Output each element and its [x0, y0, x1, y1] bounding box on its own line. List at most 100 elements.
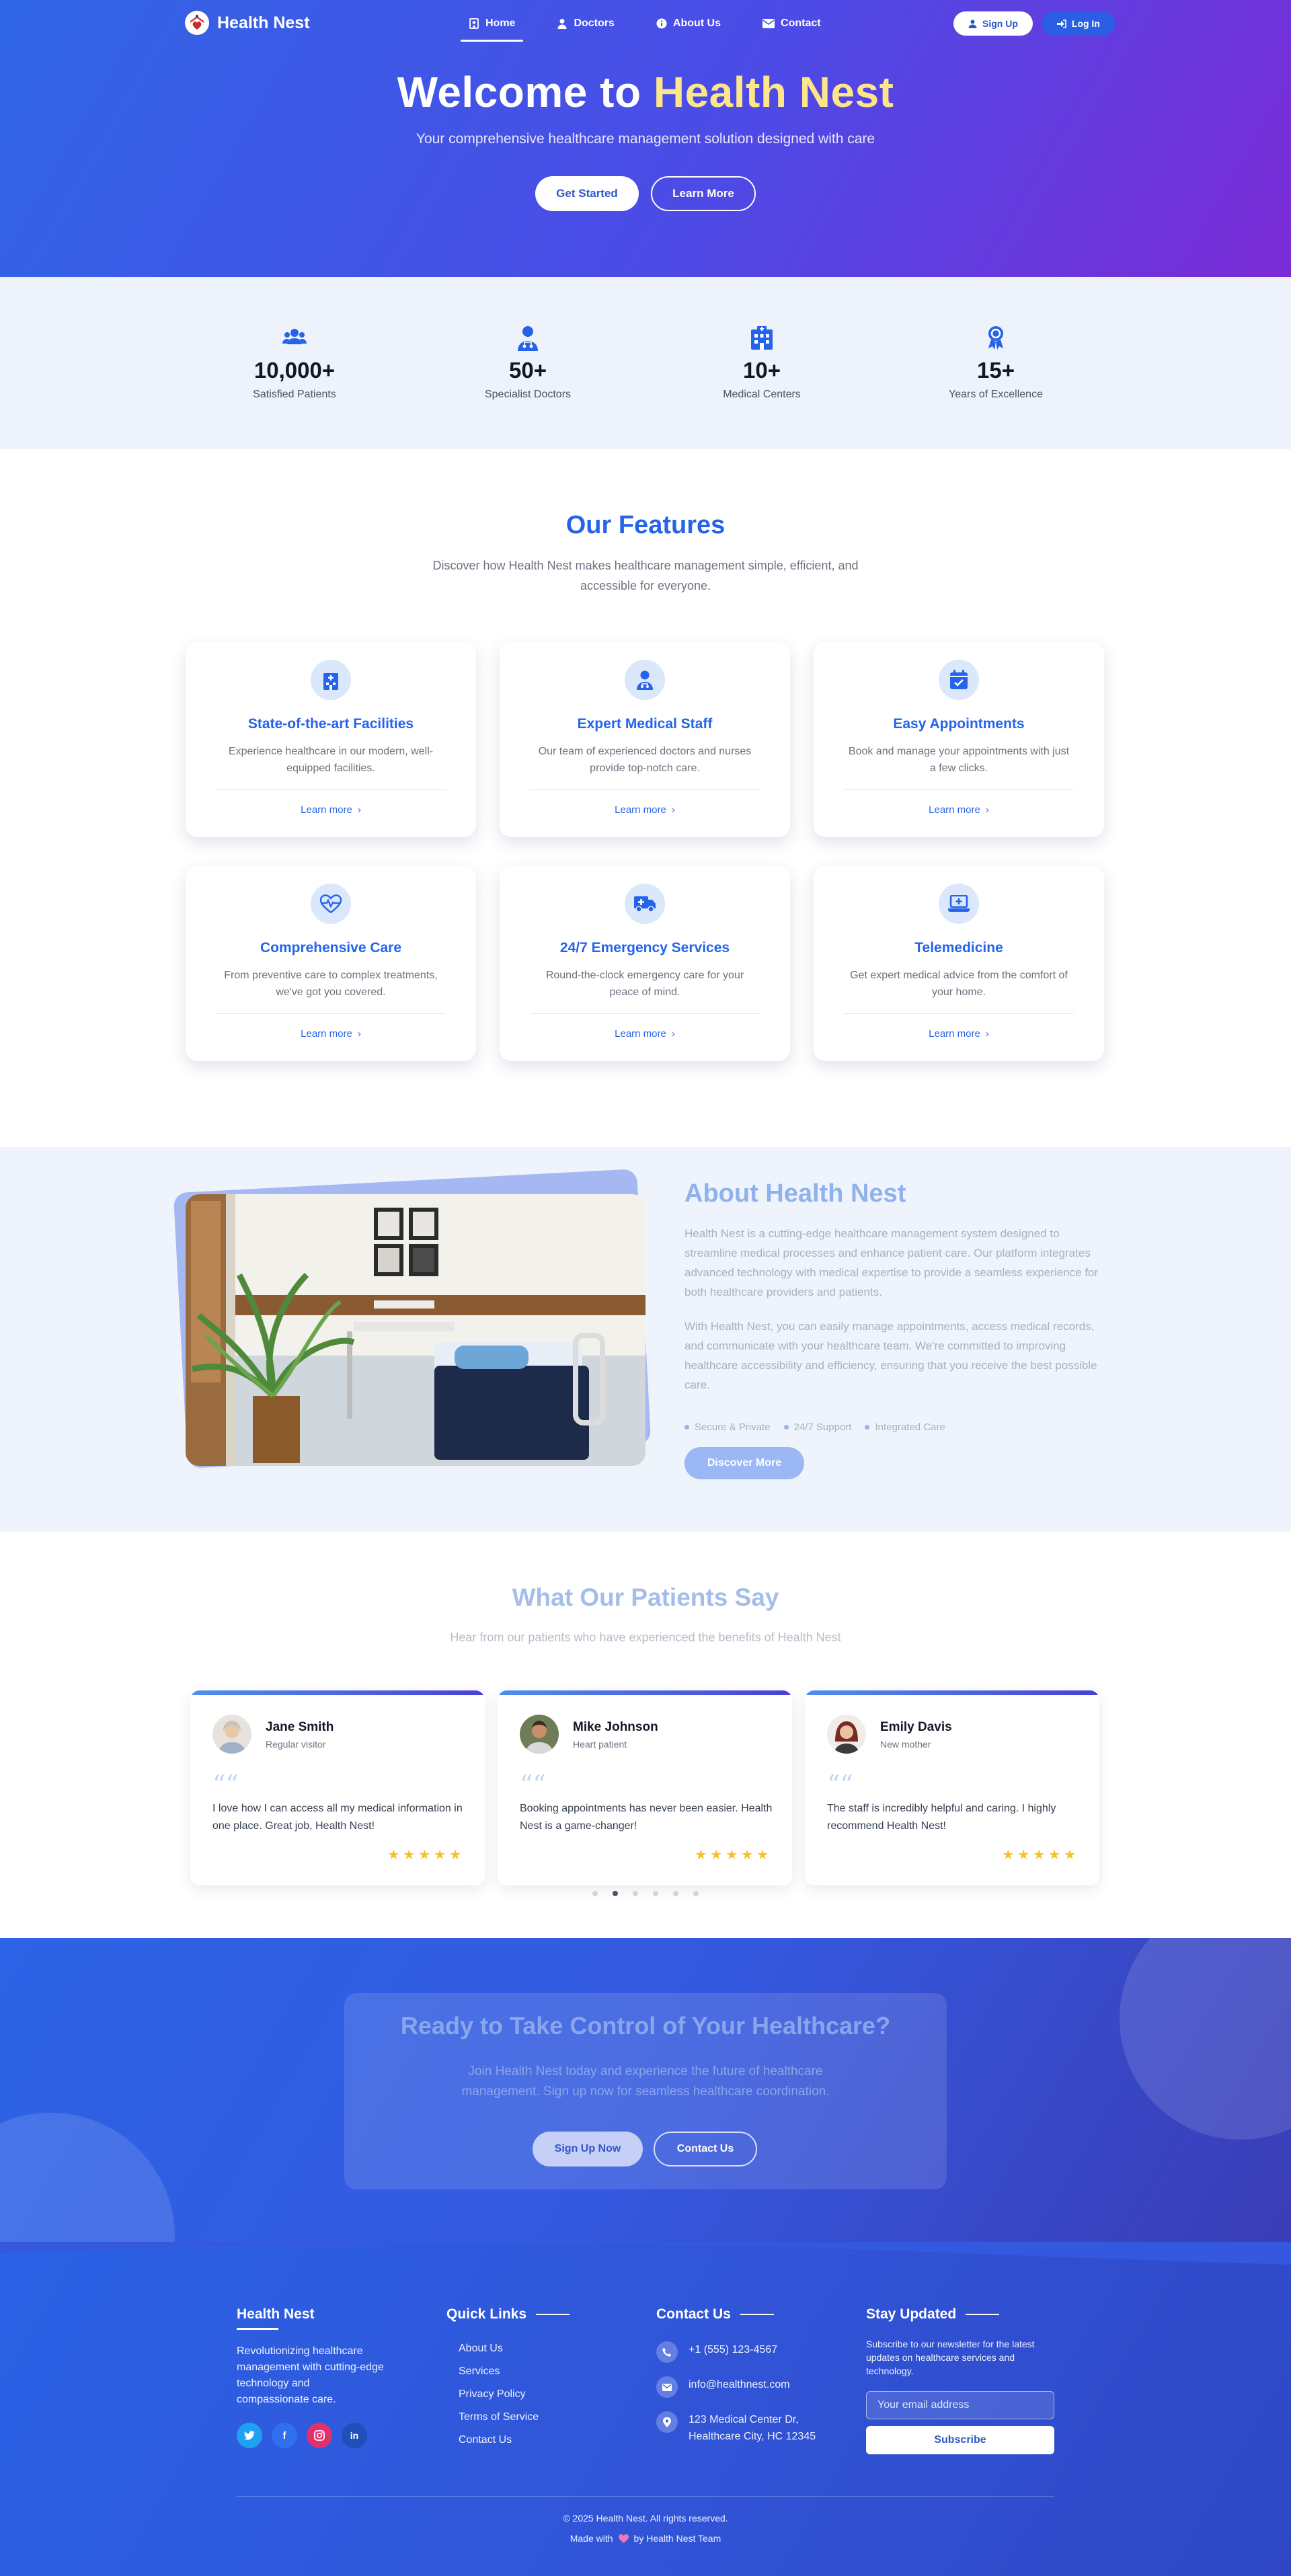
about-title: About Health Nest — [684, 1179, 906, 1208]
heading-line — [740, 2314, 774, 2315]
testimonial-card: Jane Smith Regular visitor ““ I love how… — [190, 1690, 485, 1885]
footer-link[interactable]: About Us — [446, 2343, 570, 2355]
nav-about[interactable]: About Us — [648, 5, 729, 42]
patient-role: New mother — [880, 1739, 931, 1750]
stats-section: 10,000+ Satisfied Patients 50+ Specialis… — [0, 277, 1291, 449]
main-menu: Home Doctors About Us Contact — [461, 0, 829, 47]
email-address[interactable]: info@healthnest.com — [689, 2376, 790, 2393]
navbar: Health Nest Home Doctors About Us Contac… — [0, 0, 1291, 47]
made-with: Made with by Health Nest Team — [237, 2533, 1054, 2544]
map-marker-icon — [656, 2411, 678, 2433]
card-accent-bar — [805, 1690, 1099, 1695]
feature-title: Easy Appointments — [893, 716, 1025, 732]
patient-name: Mike Johnson — [573, 1720, 658, 1734]
carousel-dot[interactable] — [653, 1891, 658, 1896]
learn-more-link[interactable]: Learn more › — [500, 804, 790, 816]
sign-in-icon — [1056, 19, 1066, 28]
address-text: 123 Medical Center Dr, Healthcare City, … — [689, 2414, 816, 2442]
footer-contact: Contact Us +1 (555) 123-4567 info@health… — [656, 2306, 836, 2445]
footer-bottom: © 2025 Health Nest. All rights reserved.… — [237, 2496, 1054, 2544]
testimonials-title: What Our Patients Say — [512, 1584, 779, 1611]
feature-title: Telemedicine — [914, 940, 1003, 955]
carousel-dot[interactable] — [592, 1891, 598, 1896]
stat-doctors: 50+ Specialist Doctors — [447, 324, 609, 401]
quick-links-heading: Quick Links — [446, 2306, 570, 2323]
hero-title-prefix: Welcome to — [397, 68, 654, 116]
carousel-dot[interactable] — [693, 1891, 699, 1896]
testimonials-subtitle: Hear from our patients who have experien… — [450, 1631, 841, 1644]
divider — [530, 1013, 760, 1014]
newsletter-email-input[interactable] — [866, 2391, 1054, 2419]
phone-icon — [656, 2341, 678, 2363]
quote-icon: ““ — [212, 1770, 239, 1799]
learn-more-link[interactable]: Learn more › — [814, 804, 1104, 816]
learn-more-button[interactable]: Learn More — [651, 176, 756, 211]
footer-link[interactable]: Services — [446, 2366, 570, 2378]
nav-home[interactable]: Home — [461, 5, 524, 42]
login-button[interactable]: Log In — [1042, 11, 1115, 36]
learn-more-link[interactable]: Learn more › — [186, 1028, 476, 1040]
learn-more-link[interactable]: Learn more › — [814, 1028, 1104, 1040]
learn-more-label: Learn more — [615, 804, 666, 816]
tag: 24/7 Support — [783, 1421, 852, 1433]
divider — [530, 789, 760, 790]
doctor-icon — [625, 660, 665, 700]
contact-address: 123 Medical Center Dr, Healthcare City, … — [656, 2411, 836, 2445]
feature-card: 24/7 Emergency Services Round-the-clock … — [500, 866, 790, 1061]
heart-icon — [618, 2534, 629, 2543]
learn-more-link[interactable]: Learn more › — [500, 1028, 790, 1040]
footer-description: Revolutionizing healthcare management wi… — [237, 2345, 384, 2405]
feature-title: State-of-the-art Facilities — [247, 716, 414, 732]
made-with-prefix: Made with — [570, 2533, 613, 2544]
decorative-circle — [0, 2113, 175, 2254]
learn-more-label: Learn more — [929, 1028, 980, 1040]
carousel-dot-active[interactable] — [613, 1891, 618, 1896]
phone-number[interactable]: +1 (555) 123-4567 — [689, 2341, 777, 2358]
contact-email: info@healthnest.com — [656, 2376, 836, 2398]
quote-icon: ““ — [520, 1770, 546, 1799]
instagram-icon[interactable] — [307, 2423, 332, 2448]
facebook-icon[interactable]: f — [272, 2423, 297, 2448]
envelope-icon — [656, 2376, 678, 2398]
about-section: About Health Nest Health Nest is a cutti… — [0, 1147, 1291, 1532]
feature-text: Book and manage your appointments with j… — [848, 746, 1070, 774]
signup-now-button[interactable]: Sign Up Now — [533, 2132, 643, 2167]
signup-button[interactable]: Sign Up — [953, 11, 1033, 36]
stat-years: 15+ Years of Excellence — [915, 324, 1077, 401]
brand-name: Health Nest — [217, 13, 310, 32]
brand-logo[interactable]: Health Nest — [185, 11, 310, 35]
linkedin-icon[interactable]: in — [342, 2423, 367, 2448]
discover-more-button[interactable]: Discover More — [684, 1447, 804, 1479]
carousel-dot[interactable] — [633, 1891, 638, 1896]
heading-line — [536, 2314, 570, 2315]
feature-text: Experience healthcare in our modern, wel… — [228, 746, 434, 774]
divider — [844, 1013, 1074, 1014]
subscribe-button[interactable]: Subscribe — [866, 2426, 1054, 2454]
carousel-dot[interactable] — [673, 1891, 678, 1896]
tag-label: 24/7 Support — [793, 1421, 852, 1433]
feature-text: Our team of experienced doctors and nurs… — [538, 746, 752, 774]
newsletter-title: Stay Updated — [866, 2306, 957, 2322]
hospital-room-image — [186, 1194, 646, 1466]
nav-doctors-label: Doctors — [574, 17, 615, 29]
footer-wave — [0, 2242, 1291, 2265]
footer-link[interactable]: Privacy Policy — [446, 2388, 570, 2401]
auth-buttons: Sign Up Log In — [953, 11, 1115, 36]
footer-brand: Health Nest Revolutionizing healthcare m… — [237, 2306, 385, 2448]
features-subtitle: Discover how Health Nest makes healthcar… — [432, 559, 859, 592]
tag: Integrated Care — [865, 1421, 945, 1433]
twitter-icon[interactable] — [237, 2423, 262, 2448]
get-started-button[interactable]: Get Started — [535, 176, 639, 211]
footer-link[interactable]: Terms of Service — [446, 2411, 570, 2423]
footer-link[interactable]: Contact Us — [446, 2434, 570, 2446]
contact-us-button[interactable]: Contact Us — [654, 2132, 757, 2167]
login-label: Log In — [1071, 18, 1100, 29]
star-rating: ★★★★★ — [1002, 1848, 1079, 1863]
stat-value: 15+ — [977, 358, 1015, 383]
learn-more-link[interactable]: Learn more › — [186, 804, 476, 816]
chevron-right-icon: › — [671, 804, 675, 816]
nav-contact[interactable]: Contact — [754, 5, 829, 42]
chevron-right-icon: › — [357, 1028, 361, 1040]
nav-doctors[interactable]: Doctors — [549, 5, 622, 42]
feature-title: Comprehensive Care — [260, 940, 402, 955]
